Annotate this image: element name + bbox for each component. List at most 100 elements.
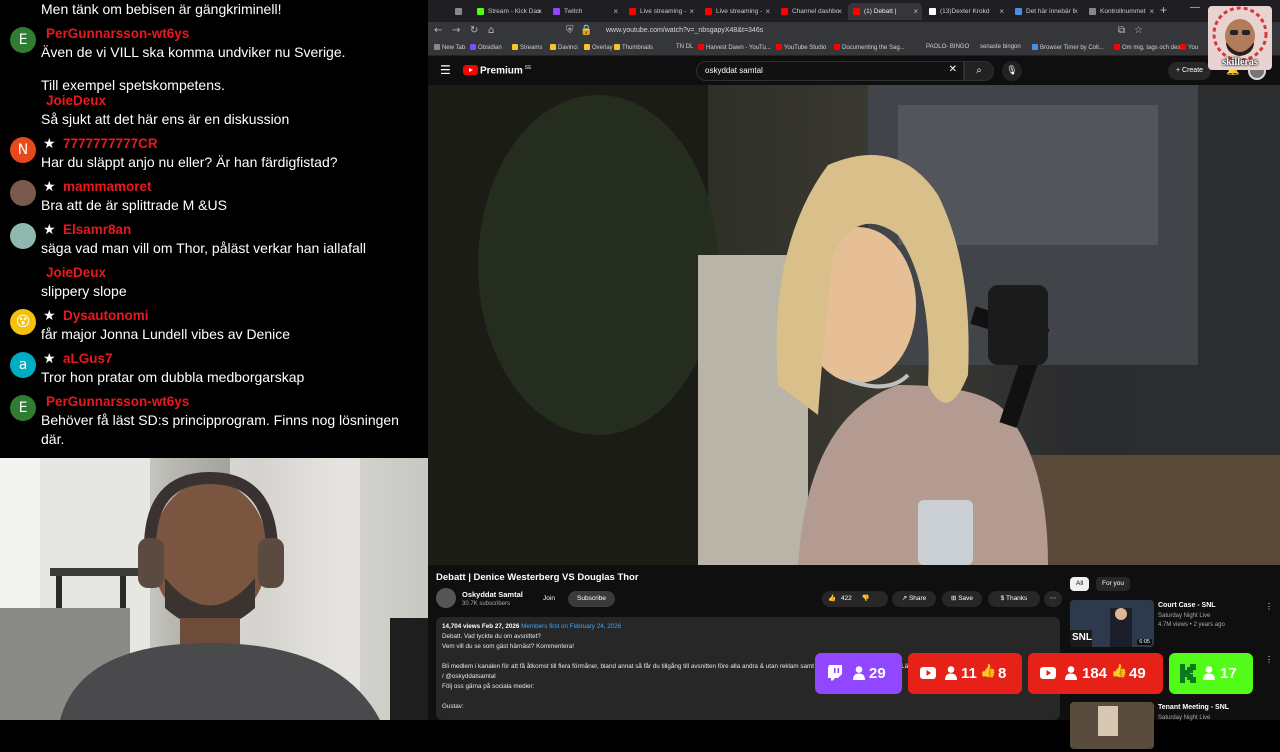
close-tab-icon[interactable]: × [689,3,694,20]
recommended-title[interactable]: Court Case - SNL [1158,602,1216,609]
browser-tab[interactable]: Twitch × [548,3,622,20]
channel-name[interactable]: Oskyddat Samtal [462,590,523,599]
chat-username[interactable]: PerGunnarsson-wt6ys [46,26,189,41]
search-icon[interactable]: ⌕ [964,61,994,81]
bookmark-item[interactable]: Om mig, tags och des... [1114,44,1185,51]
bookmark-item[interactable]: Documenting the Sag... [834,44,905,51]
menu-icon[interactable]: ☰ [440,63,451,77]
bookmark-item[interactable]: Streams [512,44,542,51]
bookmark-item[interactable]: senaste bingon [980,44,1021,50]
bookmark-item[interactable]: You [1180,44,1198,51]
avatar[interactable]: E [10,395,36,421]
recommended-channel[interactable]: Saturday Night Live [1158,613,1210,619]
close-tab-icon[interactable]: × [765,3,770,20]
recommended-views: 4.7M views • 2 years ago [1158,622,1225,628]
bookmark-item[interactable]: New Tab [434,44,465,51]
browser-tab[interactable]: (1) Debatt | × [848,3,922,20]
bookmark-item[interactable]: Thumbnails [614,44,653,51]
close-tab-icon[interactable]: × [837,3,842,20]
url-field[interactable]: www.youtube.com/watch?v=_nbsgapyX48&t=34… [606,27,763,34]
star-icon: ★ [43,308,56,324]
more-options-icon[interactable]: ⋮ [1265,602,1273,611]
chip-all[interactable]: All [1070,577,1090,591]
lock-icon[interactable]: 🔒 [580,25,592,36]
chat-username[interactable]: Elsamr8an [63,222,131,237]
more-options-icon[interactable]: ⋮ [1265,655,1273,664]
recommended-video[interactable]: SNL 6:05 Court Case - SNL Saturday Night… [1070,600,1273,650]
chat-username[interactable]: JoieDeux [46,265,106,280]
close-tab-icon[interactable]: × [913,3,918,20]
chat-message-text: Så sjukt att det här ens är en diskussio… [41,111,290,127]
extension-icon[interactable]: ⧉ [1118,25,1125,36]
more-actions-icon[interactable]: ⋯ [1044,591,1062,607]
bookmark-item[interactable]: PAOLO- BINGO [926,44,969,50]
chat-username[interactable]: 7777777777CR [63,136,158,151]
recommended-thumbnail[interactable]: SNL 6:05 [1070,600,1154,647]
recommended-channel[interactable]: Saturday Night Live [1158,715,1210,721]
new-tab-icon[interactable]: + [1160,3,1167,17]
avatar[interactable]: E [10,27,36,53]
star-icon[interactable]: ☆ [1134,25,1143,36]
bookmark-item[interactable]: YouTube Studio [776,44,826,51]
thumbs-down-icon[interactable]: 👎 [862,595,870,602]
close-tab-icon[interactable]: × [537,3,542,20]
chat-username[interactable]: PerGunnarsson-wt6ys [46,394,189,409]
forward-button[interactable]: → [452,25,460,36]
channel-avatar[interactable] [436,588,456,608]
browser-tab[interactable]: (13)Dexter Krokd × [924,3,1008,20]
search-input[interactable] [705,66,935,75]
recommended-title[interactable]: Tenant Meeting - SNL [1158,704,1229,711]
close-tab-icon[interactable]: × [1149,3,1154,20]
share-button[interactable]: ↗ Share [892,591,936,607]
tab-label: Twitch [564,8,583,15]
chat-username[interactable]: Dysautonomi [63,308,149,323]
reload-button[interactable]: ↻ [470,25,478,36]
bookmark-item[interactable]: Harvest Dawn - YouTu... [698,44,771,51]
join-button[interactable]: Join [536,591,562,607]
minimize-icon[interactable]: — [1190,2,1200,13]
youtube-logo-icon[interactable] [463,65,478,75]
bookmark-item[interactable]: TN DL [676,44,693,50]
youtube-premium-logo[interactable]: Premium SE [480,65,531,76]
browser-tab[interactable]: Kontrollnummet × [1084,3,1158,20]
home-button[interactable]: ⌂ [488,25,494,36]
subscribe-button[interactable]: Subscribe [568,591,615,607]
like-count[interactable]: 422 [841,595,852,602]
avatar[interactable] [10,223,36,249]
close-tab-icon[interactable]: × [1073,3,1078,20]
close-tab-icon[interactable]: × [999,3,1004,20]
browser-tab[interactable]: Stream - Kick Das × [472,3,546,20]
bookmark-item[interactable]: Obsidian [470,44,502,51]
video-player[interactable] [428,85,1280,565]
close-tab-icon[interactable]: × [613,3,618,20]
avatar[interactable]: N [10,137,36,163]
browser-tab[interactable]: Channel dashbo × [776,3,846,20]
bookmark-item[interactable]: Overlay [584,44,613,51]
browser-tab[interactable]: Det här innebär f × [1010,3,1082,20]
avatar[interactable]: a [10,352,36,378]
browser-tab[interactable]: Live streaming - × [700,3,774,20]
back-button[interactable]: ← [434,25,442,36]
chat-username[interactable]: JoieDeux [46,93,106,108]
recommended-thumbnail[interactable] [1070,702,1154,749]
bookmark-item[interactable]: Davinci [550,44,578,51]
clear-search-icon[interactable]: ✕ [949,64,957,75]
microphone-icon[interactable]: 🎙 [1002,61,1022,81]
thanks-button[interactable]: $ Thanks [988,591,1040,607]
browser-tab[interactable]: Live streaming - × [624,3,698,20]
bookmark-item[interactable]: Browser Timer by Coll... [1032,44,1104,51]
youtube-viewer-count: 11 [961,665,977,682]
recommended-video[interactable]: Tenant Meeting - SNL Saturday Night Live [1070,702,1260,752]
thumbs-up-icon[interactable]: 👍 [828,595,836,602]
chat-username[interactable]: aLGus7 [63,351,113,366]
shield-icon[interactable]: ⛨ [566,25,574,36]
bookmark-label: Harvest Dawn - YouTu... [706,45,771,51]
chat-message-text: Bra att de är splittrade M &US [41,197,227,213]
avatar[interactable]: 😵 [10,309,36,335]
chip-for-you[interactable]: For you [1096,577,1131,591]
save-button[interactable]: ⊞ Save [942,591,982,607]
chat-username[interactable]: mammamoret [63,179,152,194]
create-button[interactable]: + Create [1168,62,1212,80]
browser-tab[interactable] [450,3,470,20]
avatar[interactable] [10,180,36,206]
